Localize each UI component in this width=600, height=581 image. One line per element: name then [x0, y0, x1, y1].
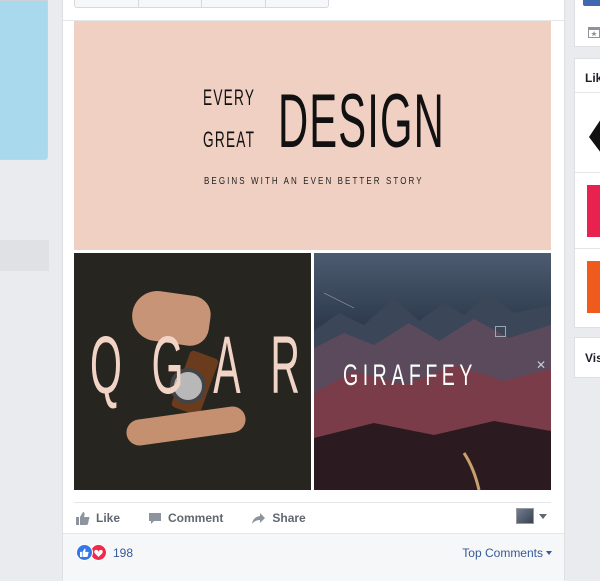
- post-image-qgar[interactable]: Q G A R: [74, 253, 311, 490]
- page-thumbnail[interactable]: [587, 261, 600, 313]
- post-footer: 198 Top Comments: [63, 533, 564, 581]
- qgar-letter: A: [213, 320, 241, 411]
- divider: [575, 248, 600, 249]
- tab-segment[interactable]: [75, 0, 139, 7]
- tab-segment[interactable]: [202, 0, 266, 7]
- like-button[interactable]: Like: [76, 511, 120, 525]
- share-arrow-icon: [252, 512, 266, 524]
- right-box-header: Lik: [585, 71, 600, 85]
- divider: [575, 172, 600, 173]
- comment-button[interactable]: Comment: [148, 511, 223, 525]
- qgar-letter: R: [270, 320, 300, 411]
- top-comments-label: Top Comments: [462, 546, 543, 560]
- thumbs-up-icon: [76, 512, 90, 525]
- comment-label: Comment: [168, 511, 224, 525]
- left-profile-card[interactable]: [0, 0, 48, 160]
- right-box-header: Vis: [585, 351, 600, 365]
- feed-post: EVERY GREAT DESIGN BEGINS WITH AN EVEN B…: [62, 0, 565, 581]
- page-thumbnail[interactable]: [587, 109, 600, 161]
- reaction-count: 198: [113, 545, 134, 560]
- qgar-letter: G: [151, 320, 184, 411]
- post-image-giraffey[interactable]: GIRAFFEY ✕: [314, 253, 551, 490]
- right-visitor-box: Vis: [574, 337, 600, 378]
- share-label: Share: [272, 511, 306, 525]
- share-button[interactable]: Share: [251, 511, 306, 525]
- hero-line-great: GREAT: [203, 127, 256, 152]
- tab-segment[interactable]: [266, 0, 329, 7]
- post-image-hero[interactable]: EVERY GREAT DESIGN BEGINS WITH AN EVEN B…: [74, 21, 551, 252]
- hero-subtitle: BEGINS WITH AN EVEN BETTER STORY: [204, 176, 424, 187]
- right-likes-box: Lik: [574, 58, 600, 328]
- tab-segment[interactable]: [139, 0, 202, 7]
- qgar-letter: Q: [90, 320, 122, 411]
- close-icon: ✕: [536, 358, 547, 372]
- page-avatar: [516, 508, 534, 524]
- hero-word-design: DESIGN: [278, 79, 445, 164]
- square-icon: [495, 326, 506, 337]
- giraffey-word: GIRAFFEY: [343, 359, 477, 392]
- post-tab-strip: [74, 0, 329, 8]
- audience-selector[interactable]: [516, 508, 547, 524]
- blue-action-button[interactable]: [583, 0, 600, 6]
- reaction-summary[interactable]: 198: [76, 544, 133, 561]
- right-top-box: [574, 0, 600, 47]
- hero-line-every: EVERY: [203, 85, 256, 110]
- star-calendar-icon[interactable]: [588, 26, 600, 38]
- qgar-letters: Q G A R: [90, 325, 300, 407]
- page-thumbnail[interactable]: [587, 185, 600, 237]
- comment-icon: [149, 512, 162, 524]
- post-actions: Like Comment Share: [74, 505, 551, 531]
- chevron-down-icon: [546, 551, 552, 555]
- divider: [74, 502, 551, 503]
- divider: [575, 92, 600, 93]
- top-comments-dropdown[interactable]: Top Comments: [462, 546, 552, 560]
- chevron-down-icon: [539, 513, 547, 519]
- left-faint-item[interactable]: [0, 240, 49, 271]
- like-label: Like: [96, 511, 121, 525]
- like-reaction-icon: [76, 544, 93, 561]
